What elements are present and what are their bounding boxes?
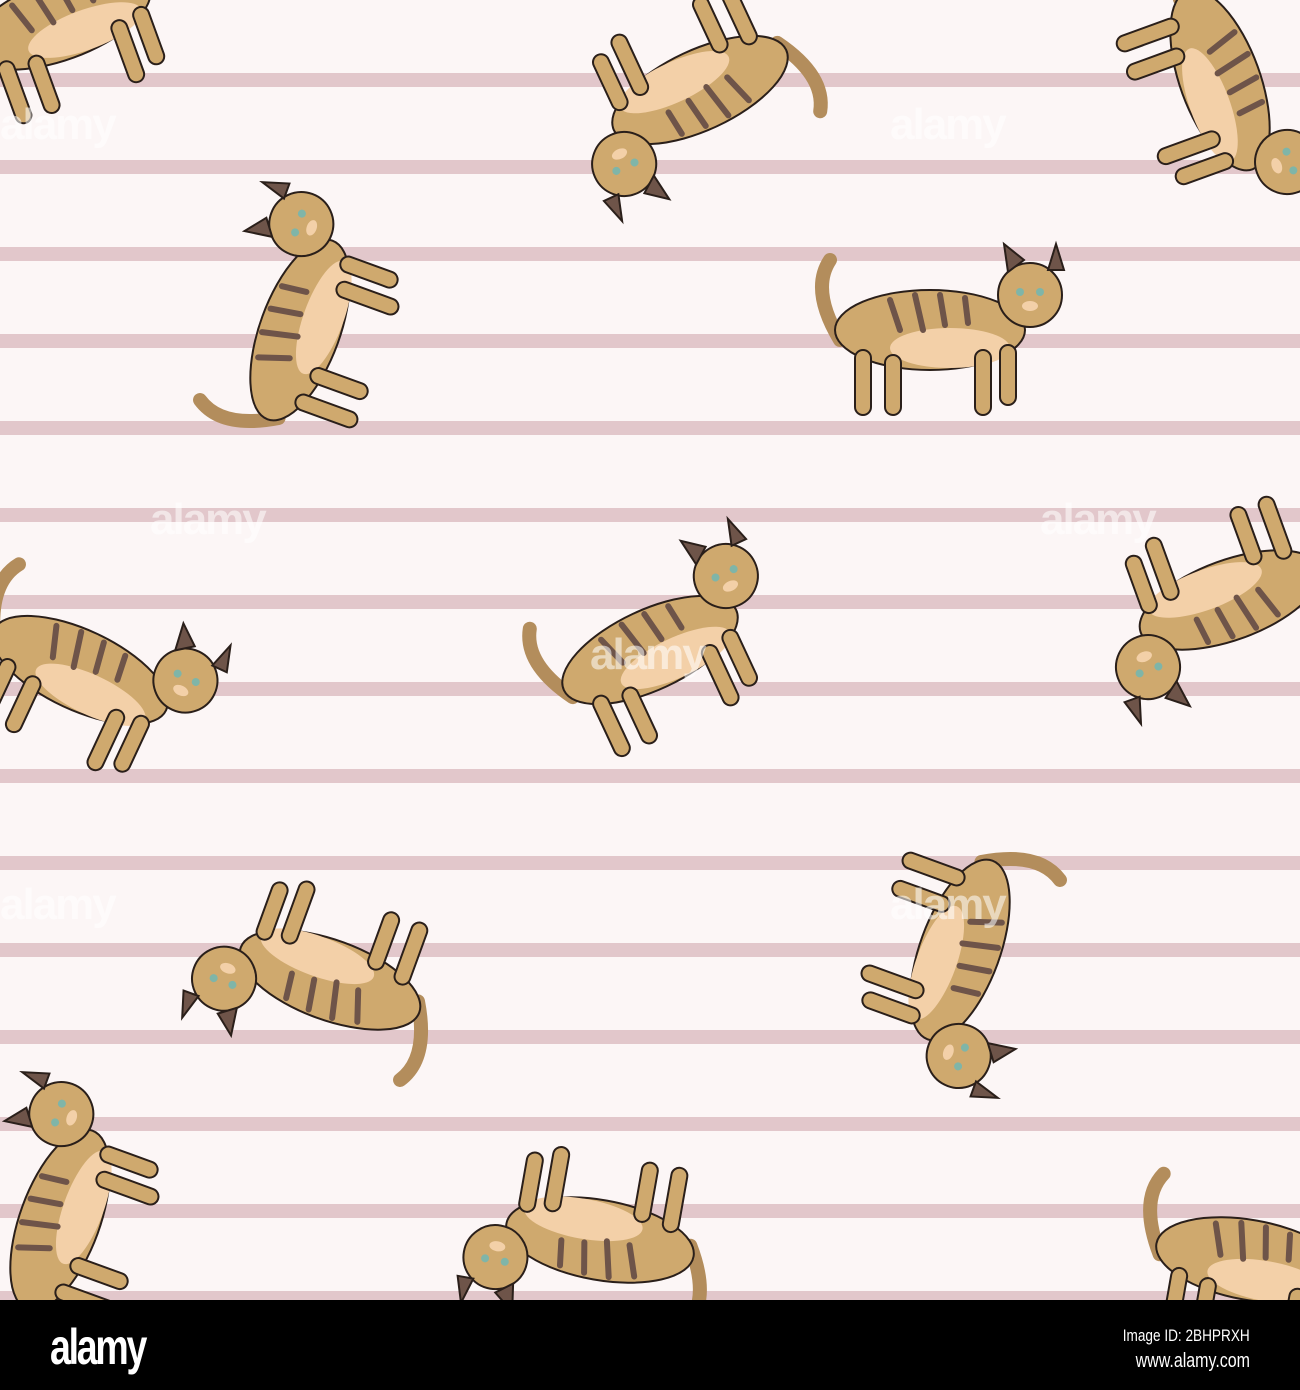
cat-illustration [1103, 0, 1300, 235]
watermark: alamy [590, 630, 707, 679]
cat-illustration [0, 546, 238, 803]
cat-illustration [453, 1133, 721, 1300]
website-link[interactable]: www.alamy.com [1136, 1350, 1250, 1373]
image-id: Image ID: 2BHPRXH [1123, 1326, 1250, 1345]
cat-illustration [182, 175, 425, 461]
footer-bar: alamy Image ID: 2BHPRXH www.alamy.com [0, 1300, 1300, 1390]
cat-pattern-image: alamy alamy alamy alamy alamy alamy alam… [0, 0, 1300, 1300]
cat-illustration [543, 0, 835, 225]
cat-illustration [834, 819, 1077, 1105]
cat-illustration [1129, 1157, 1300, 1300]
watermark: alamy [0, 880, 117, 929]
watermark: alamy [890, 880, 1007, 929]
watermark: alamy [890, 100, 1007, 149]
cat-illustration [822, 244, 1064, 415]
watermark: alamy [0, 100, 117, 149]
watermark: alamy [1040, 495, 1157, 544]
cat-illustration [175, 854, 461, 1097]
alamy-logo[interactable]: alamy [50, 1318, 147, 1376]
cat-illustration [0, 1065, 186, 1300]
watermark: alamy [150, 495, 267, 544]
